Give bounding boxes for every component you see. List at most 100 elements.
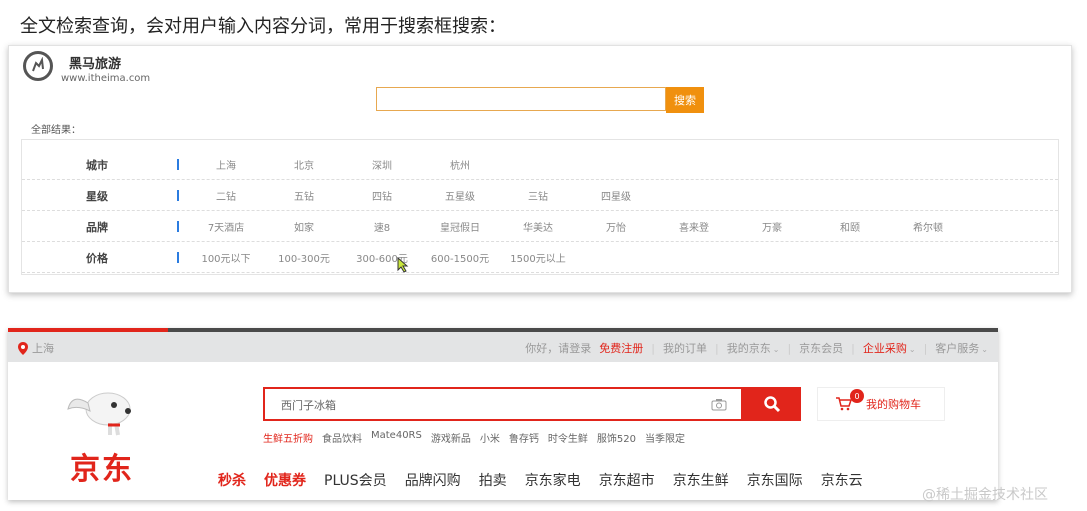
nav-item-international[interactable]: 京东国际 — [747, 470, 803, 490]
nav-item-cloud[interactable]: 京东云 — [821, 470, 863, 490]
filter-option[interactable]: 深圳 — [343, 157, 421, 172]
filter-option[interactable]: 100-300元 — [265, 250, 343, 265]
filter-option[interactable]: 希尔顿 — [889, 219, 967, 234]
location-text: 上海 — [32, 342, 54, 355]
chevron-down-icon: ⌄ — [981, 345, 988, 354]
jd-dog-mascot-icon[interactable] — [64, 383, 144, 443]
enterprise-link[interactable]: 企业采购 ⌄ — [859, 340, 920, 356]
horse-logo-icon — [23, 51, 53, 81]
location-selector[interactable]: 上海 — [18, 340, 54, 356]
nav-item-coupons[interactable]: 优惠券 — [264, 470, 306, 490]
hot-word-link[interactable]: 游戏新品 — [431, 430, 471, 445]
hot-word-link[interactable]: 当季限定 — [645, 430, 685, 445]
jd-member-link[interactable]: 京东会员 — [795, 340, 847, 356]
filter-label: 品牌 — [86, 220, 108, 234]
jd-search-box[interactable]: 西门子冰箱 — [263, 387, 743, 421]
hot-word-link[interactable]: 食品饮料 — [322, 430, 362, 445]
filter-label: 城市 — [86, 158, 108, 172]
hot-word-link[interactable]: 小米 — [480, 430, 500, 445]
filter-divider — [177, 252, 179, 263]
jd-search-button[interactable] — [743, 387, 801, 421]
filter-option[interactable]: 7天酒店 — [187, 219, 265, 234]
filter-option[interactable]: 万怡 — [577, 219, 655, 234]
jd-logo[interactable]: 京东 — [70, 444, 134, 488]
brand-name: 黑马旅游 — [69, 57, 122, 72]
filter-option[interactable]: 四钻 — [343, 188, 421, 203]
chevron-down-icon: ⌄ — [908, 345, 916, 354]
nav-item-plus[interactable]: PLUS会员 — [324, 470, 387, 490]
jd-site-screenshot: 上海 你好，请登录 免费注册 | 我的订单 | 我的京东 ⌄ | 京东会员 | 企… — [8, 328, 998, 500]
filter-divider — [177, 159, 179, 170]
filter-option[interactable]: 杭州 — [421, 157, 499, 172]
cart-label: 我的购物车 — [866, 398, 921, 411]
travel-search-button[interactable]: 搜索 — [666, 87, 704, 113]
my-jd-label: 我的京东 — [726, 342, 771, 355]
shortcut-bar: 上海 你好，请登录 免费注册 | 我的订单 | 我的京东 ⌄ | 京东会员 | 企… — [8, 332, 998, 362]
filter-option[interactable]: 和颐 — [811, 219, 889, 234]
search-icon — [764, 396, 781, 413]
filter-option[interactable]: 1500元以上 — [499, 250, 577, 265]
nav-separator: | — [651, 341, 656, 355]
nav-item-supermarket[interactable]: 京东超市 — [599, 470, 655, 490]
filter-option[interactable]: 北京 — [265, 157, 343, 172]
filter-option[interactable]: 300-600元 — [343, 250, 421, 265]
cart-button[interactable]: 0 我的购物车 — [817, 387, 945, 421]
filter-option[interactable]: 600-1500元 — [421, 250, 499, 265]
hot-word-link[interactable]: 生鲜五折购 — [263, 430, 313, 445]
filter-option[interactable]: 上海 — [187, 157, 265, 172]
filter-divider — [177, 221, 179, 232]
filter-option[interactable]: 皇冠假日 — [421, 219, 499, 234]
filter-panel: 城市 上海 北京 深圳 杭州 星级 二钻 五钻 四钻 五星级 三钻 四星级 品牌… — [21, 139, 1059, 275]
filter-divider — [177, 190, 179, 201]
my-orders-link[interactable]: 我的订单 — [659, 340, 711, 356]
filter-option[interactable]: 五钻 — [265, 188, 343, 203]
nav-item-seckill[interactable]: 秒杀 — [218, 470, 246, 490]
my-jd-link[interactable]: 我的京东 ⌄ — [723, 340, 784, 356]
nav-item-auction[interactable]: 拍卖 — [479, 470, 507, 490]
filter-option[interactable]: 如家 — [265, 219, 343, 234]
login-link[interactable]: 你好，请登录 — [521, 340, 595, 356]
filter-row-star: 星级 二钻 五钻 四钻 五星级 三钻 四星级 — [22, 181, 1058, 211]
nav-item-fresh[interactable]: 京东生鲜 — [673, 470, 729, 490]
filter-option[interactable]: 万豪 — [733, 219, 811, 234]
filter-option[interactable]: 100元以下 — [187, 250, 265, 265]
watermark: @稀土掘金技术社区 — [922, 487, 1048, 503]
hot-word-link[interactable]: 服饰520 — [597, 430, 636, 445]
filter-option[interactable]: 三钻 — [499, 188, 577, 203]
nav-separator: | — [715, 341, 719, 355]
cart-count-badge: 0 — [850, 389, 864, 403]
hot-word-link[interactable]: 鲁存钙 — [509, 430, 539, 445]
register-link[interactable]: 免费注册 — [595, 340, 647, 356]
filter-option[interactable]: 速8 — [343, 219, 421, 234]
jd-search-input[interactable]: 西门子冰箱 — [281, 397, 336, 413]
nav-separator: | — [787, 341, 792, 355]
main-nav: 秒杀 优惠券 PLUS会员 品牌闪购 拍卖 京东家电 京东超市 京东生鲜 京东国… — [218, 470, 881, 490]
top-nav: 你好，请登录 免费注册 | 我的订单 | 我的京东 ⌄ | 京东会员 | 企业采购… — [521, 340, 992, 356]
mouse-cursor-icon — [397, 257, 409, 273]
customer-service-label: 客户服务 — [935, 342, 980, 355]
nav-item-appliances[interactable]: 京东家电 — [525, 470, 581, 490]
nav-separator: | — [851, 341, 855, 355]
hot-word-link[interactable]: Mate40RS — [371, 430, 422, 445]
nav-item-flash-sale[interactable]: 品牌闪购 — [405, 470, 461, 490]
filter-option[interactable]: 二钻 — [187, 188, 265, 203]
filter-row-city: 城市 上海 北京 深圳 杭州 — [22, 150, 1058, 180]
filter-option[interactable]: 喜来登 — [655, 219, 733, 234]
filter-option[interactable]: 华美达 — [499, 219, 577, 234]
brand-url: www.itheima.com — [61, 73, 151, 84]
page-heading: 全文检索查询，会对用户输入内容分词，常用于搜索框搜索： — [20, 16, 506, 37]
filter-label: 星级 — [86, 189, 108, 203]
filter-row-price: 价格 100元以下 100-300元 300-600元 600-1500元 15… — [22, 243, 1058, 273]
all-results-label: 全部结果： — [31, 125, 81, 136]
camera-icon[interactable] — [711, 398, 727, 411]
filter-label: 价格 — [86, 251, 108, 265]
nav-separator: | — [923, 341, 928, 355]
enterprise-label: 企业采购 — [862, 342, 907, 355]
filter-option[interactable]: 五星级 — [421, 188, 499, 203]
travel-site-screenshot: 黑马旅游 www.itheima.com 搜索 全部结果： 城市 上海 北京 深… — [8, 45, 1072, 293]
customer-service-link[interactable]: 客户服务 ⌄ — [931, 340, 992, 356]
travel-search-input[interactable] — [376, 87, 666, 111]
hot-word-link[interactable]: 时令生鲜 — [548, 430, 588, 445]
hot-words: 生鲜五折购 食品饮料 Mate40RS 游戏新品 小米 鲁存钙 时令生鲜 服饰5… — [263, 430, 694, 445]
filter-option[interactable]: 四星级 — [577, 188, 655, 203]
